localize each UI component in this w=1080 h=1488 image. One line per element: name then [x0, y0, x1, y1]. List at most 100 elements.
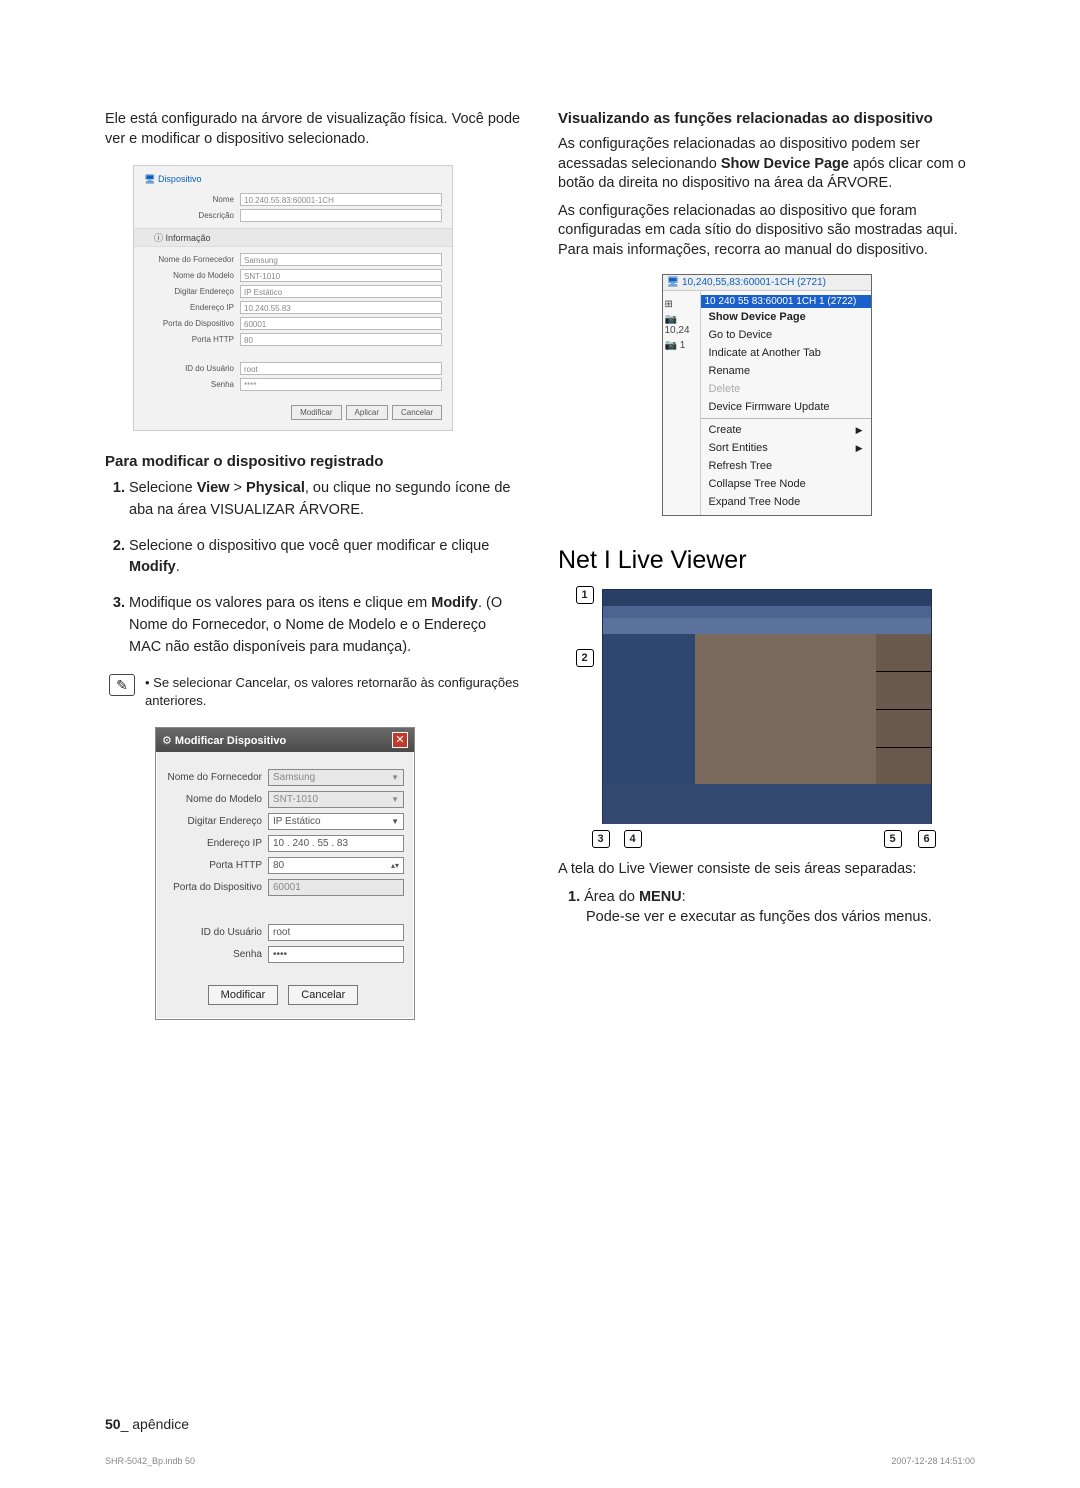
lv-thumb: [876, 748, 931, 785]
desc-label: Descrição: [144, 211, 234, 220]
step-1: Selecione View > Physical, ou clique no …: [129, 478, 522, 522]
devport-input[interactable]: 60001: [240, 317, 442, 330]
dlg-pwd-label: Senha: [162, 949, 262, 960]
lv-timeline: [603, 784, 931, 824]
area-1: 1. Área do MENU: Pode-se ver e executar …: [568, 888, 975, 927]
intro-text: Ele está configurado na árvore de visual…: [105, 110, 522, 149]
note-row: ✎ Se selecionar Cancelar, os valores ret…: [109, 674, 522, 709]
dlg-devport-label: Porta do Dispositivo: [162, 882, 262, 893]
note-icon: ✎: [109, 674, 135, 696]
httpport-label: Porta HTTP: [144, 335, 234, 344]
ctx-create[interactable]: Create▶: [701, 421, 871, 439]
funcs-p2: As configurações relacionadas ao disposi…: [558, 202, 975, 261]
ctx-rename[interactable]: Rename: [701, 362, 871, 380]
cancel-button[interactable]: Cancelar: [392, 405, 442, 420]
lv-toolbar: [603, 618, 931, 634]
dlg-model-select[interactable]: SNT-1010▼: [268, 791, 404, 808]
dlg-model-label: Nome do Modelo: [162, 794, 262, 805]
context-menu: 🖥 10,240,55,83:60001-1CH (2721) ⊞ 📷 10,2…: [662, 274, 872, 516]
live-viewer-screenshot: [602, 589, 932, 824]
desc-input[interactable]: [240, 209, 442, 222]
lv-tree-panel: [603, 634, 695, 784]
live-viewer-desc: A tela do Live Viewer consiste de seis á…: [558, 860, 975, 880]
callout-2: 2: [576, 649, 594, 667]
dlg-pwd-input[interactable]: ••••: [268, 946, 404, 963]
ctx-menu-list: 10 240 55 83:60001 1CH 1 (2722) Show Dev…: [701, 291, 871, 515]
ctx-collapse-node[interactable]: Collapse Tree Node: [701, 475, 871, 493]
spinner-icon[interactable]: ▴▾: [391, 857, 399, 874]
ctx-show-device-page[interactable]: Show Device Page: [701, 308, 871, 326]
name-label: Nome: [144, 195, 234, 204]
name-input[interactable]: 10.240.55.83:60001-1CH: [240, 193, 442, 206]
ctx-delete: Delete: [701, 380, 871, 398]
dlg-ip-input[interactable]: 10 . 240 . 55 . 83: [268, 835, 404, 852]
ctx-refresh-tree[interactable]: Refresh Tree: [701, 457, 871, 475]
modify-steps: Selecione View > Physical, ou clique no …: [129, 478, 522, 658]
step-2: Selecione o dispositivo que você quer mo…: [129, 536, 522, 580]
callout-3: 3: [592, 830, 610, 848]
page-footer: 50_ apêndice: [105, 1416, 975, 1432]
step-3: Modifique os valores para os itens e cli…: [129, 593, 522, 658]
funcs-heading: Visualizando as funções relacionadas ao …: [558, 110, 975, 127]
vendor-label: Nome do Fornecedor: [144, 255, 234, 264]
device-icon: 🖥: [667, 277, 682, 288]
dlg-vendor-label: Nome do Fornecedor: [162, 772, 262, 783]
modify-heading: Para modificar o dispositivo registrado: [105, 453, 522, 470]
info-icon: ⓘ: [154, 233, 166, 243]
device-tab-icon: 🖥: [144, 174, 158, 184]
addrtype-input[interactable]: IP Estático: [240, 285, 442, 298]
chevron-right-icon: ▶: [856, 425, 863, 436]
right-column: Visualizando as funções relacionadas ao …: [558, 110, 975, 1020]
dlg-http-label: Porta HTTP: [162, 860, 262, 871]
page-number: 50: [105, 1416, 121, 1432]
lv-thumb: [876, 634, 931, 671]
device-tab-label: Dispositivo: [158, 174, 202, 184]
model-input[interactable]: SNT-1010: [240, 269, 442, 282]
chevron-down-icon: ▼: [391, 813, 399, 830]
model-label: Nome do Modelo: [144, 271, 234, 280]
pwd-label: Senha: [144, 380, 234, 389]
dlg-devport-input[interactable]: 60001: [268, 879, 404, 896]
plus-icon[interactable]: ⊞: [665, 299, 673, 310]
dlg-cancel-button[interactable]: Cancelar: [288, 985, 358, 1005]
vendor-input[interactable]: Samsung: [240, 253, 442, 266]
ip-input[interactable]: 10.240.55.83: [240, 301, 442, 314]
chevron-down-icon: ▼: [391, 769, 399, 786]
dlg-vendor-select[interactable]: Samsung▼: [268, 769, 404, 786]
dlg-addrtype-select[interactable]: IP Estático▼: [268, 813, 404, 830]
info-section-label: Informação: [166, 233, 211, 243]
addrtype-label: Digitar Endereço: [144, 287, 234, 296]
devport-label: Porta do Dispositivo: [144, 319, 234, 328]
modify-button[interactable]: Modificar: [291, 405, 341, 420]
dlg-ip-label: Endereço IP: [162, 838, 262, 849]
lv-thumb: [876, 672, 931, 709]
dlg-user-input[interactable]: root: [268, 924, 404, 941]
camera-icon: 📷: [665, 340, 677, 351]
dialog-icon: ⚙: [162, 735, 175, 747]
ctx-sort-entities[interactable]: Sort Entities▶: [701, 439, 871, 457]
ctx-firmware-update[interactable]: Device Firmware Update: [701, 398, 871, 416]
dlg-modify-button[interactable]: Modificar: [208, 985, 279, 1005]
camera-icon: 📷: [665, 314, 677, 325]
lv-menubar: [603, 606, 931, 618]
pwd-input[interactable]: ****: [240, 378, 442, 391]
close-icon[interactable]: ✕: [392, 732, 408, 748]
httpport-input[interactable]: 80: [240, 333, 442, 346]
print-date: 2007-12-28 14:51:00: [891, 1456, 975, 1466]
live-viewer-heading: Net I Live Viewer: [558, 546, 975, 575]
ctx-indicate-tab[interactable]: Indicate at Another Tab: [701, 344, 871, 362]
dlg-http-input[interactable]: 80▴▾: [268, 857, 404, 874]
ctx-go-to-device[interactable]: Go to Device: [701, 326, 871, 344]
userid-input[interactable]: root: [240, 362, 442, 375]
chevron-down-icon: ▼: [391, 791, 399, 808]
ctx-expand-node[interactable]: Expand Tree Node: [701, 493, 871, 511]
ctx-tree-icons: ⊞ 📷 10,24 📷 1: [663, 291, 701, 515]
print-file: SHR-5042_Bp.indb 50: [105, 1456, 195, 1466]
dlg-user-label: ID do Usuário: [162, 927, 262, 938]
footer-label: _ apêndice: [121, 1416, 190, 1432]
callout-5: 5: [884, 830, 902, 848]
device-info-panel: 🖥 Dispositivo Nome 10.240.55.83:60001-1CH…: [133, 165, 453, 431]
chevron-right-icon: ▶: [856, 443, 863, 454]
apply-button[interactable]: Aplicar: [346, 405, 388, 420]
callout-4: 4: [624, 830, 642, 848]
